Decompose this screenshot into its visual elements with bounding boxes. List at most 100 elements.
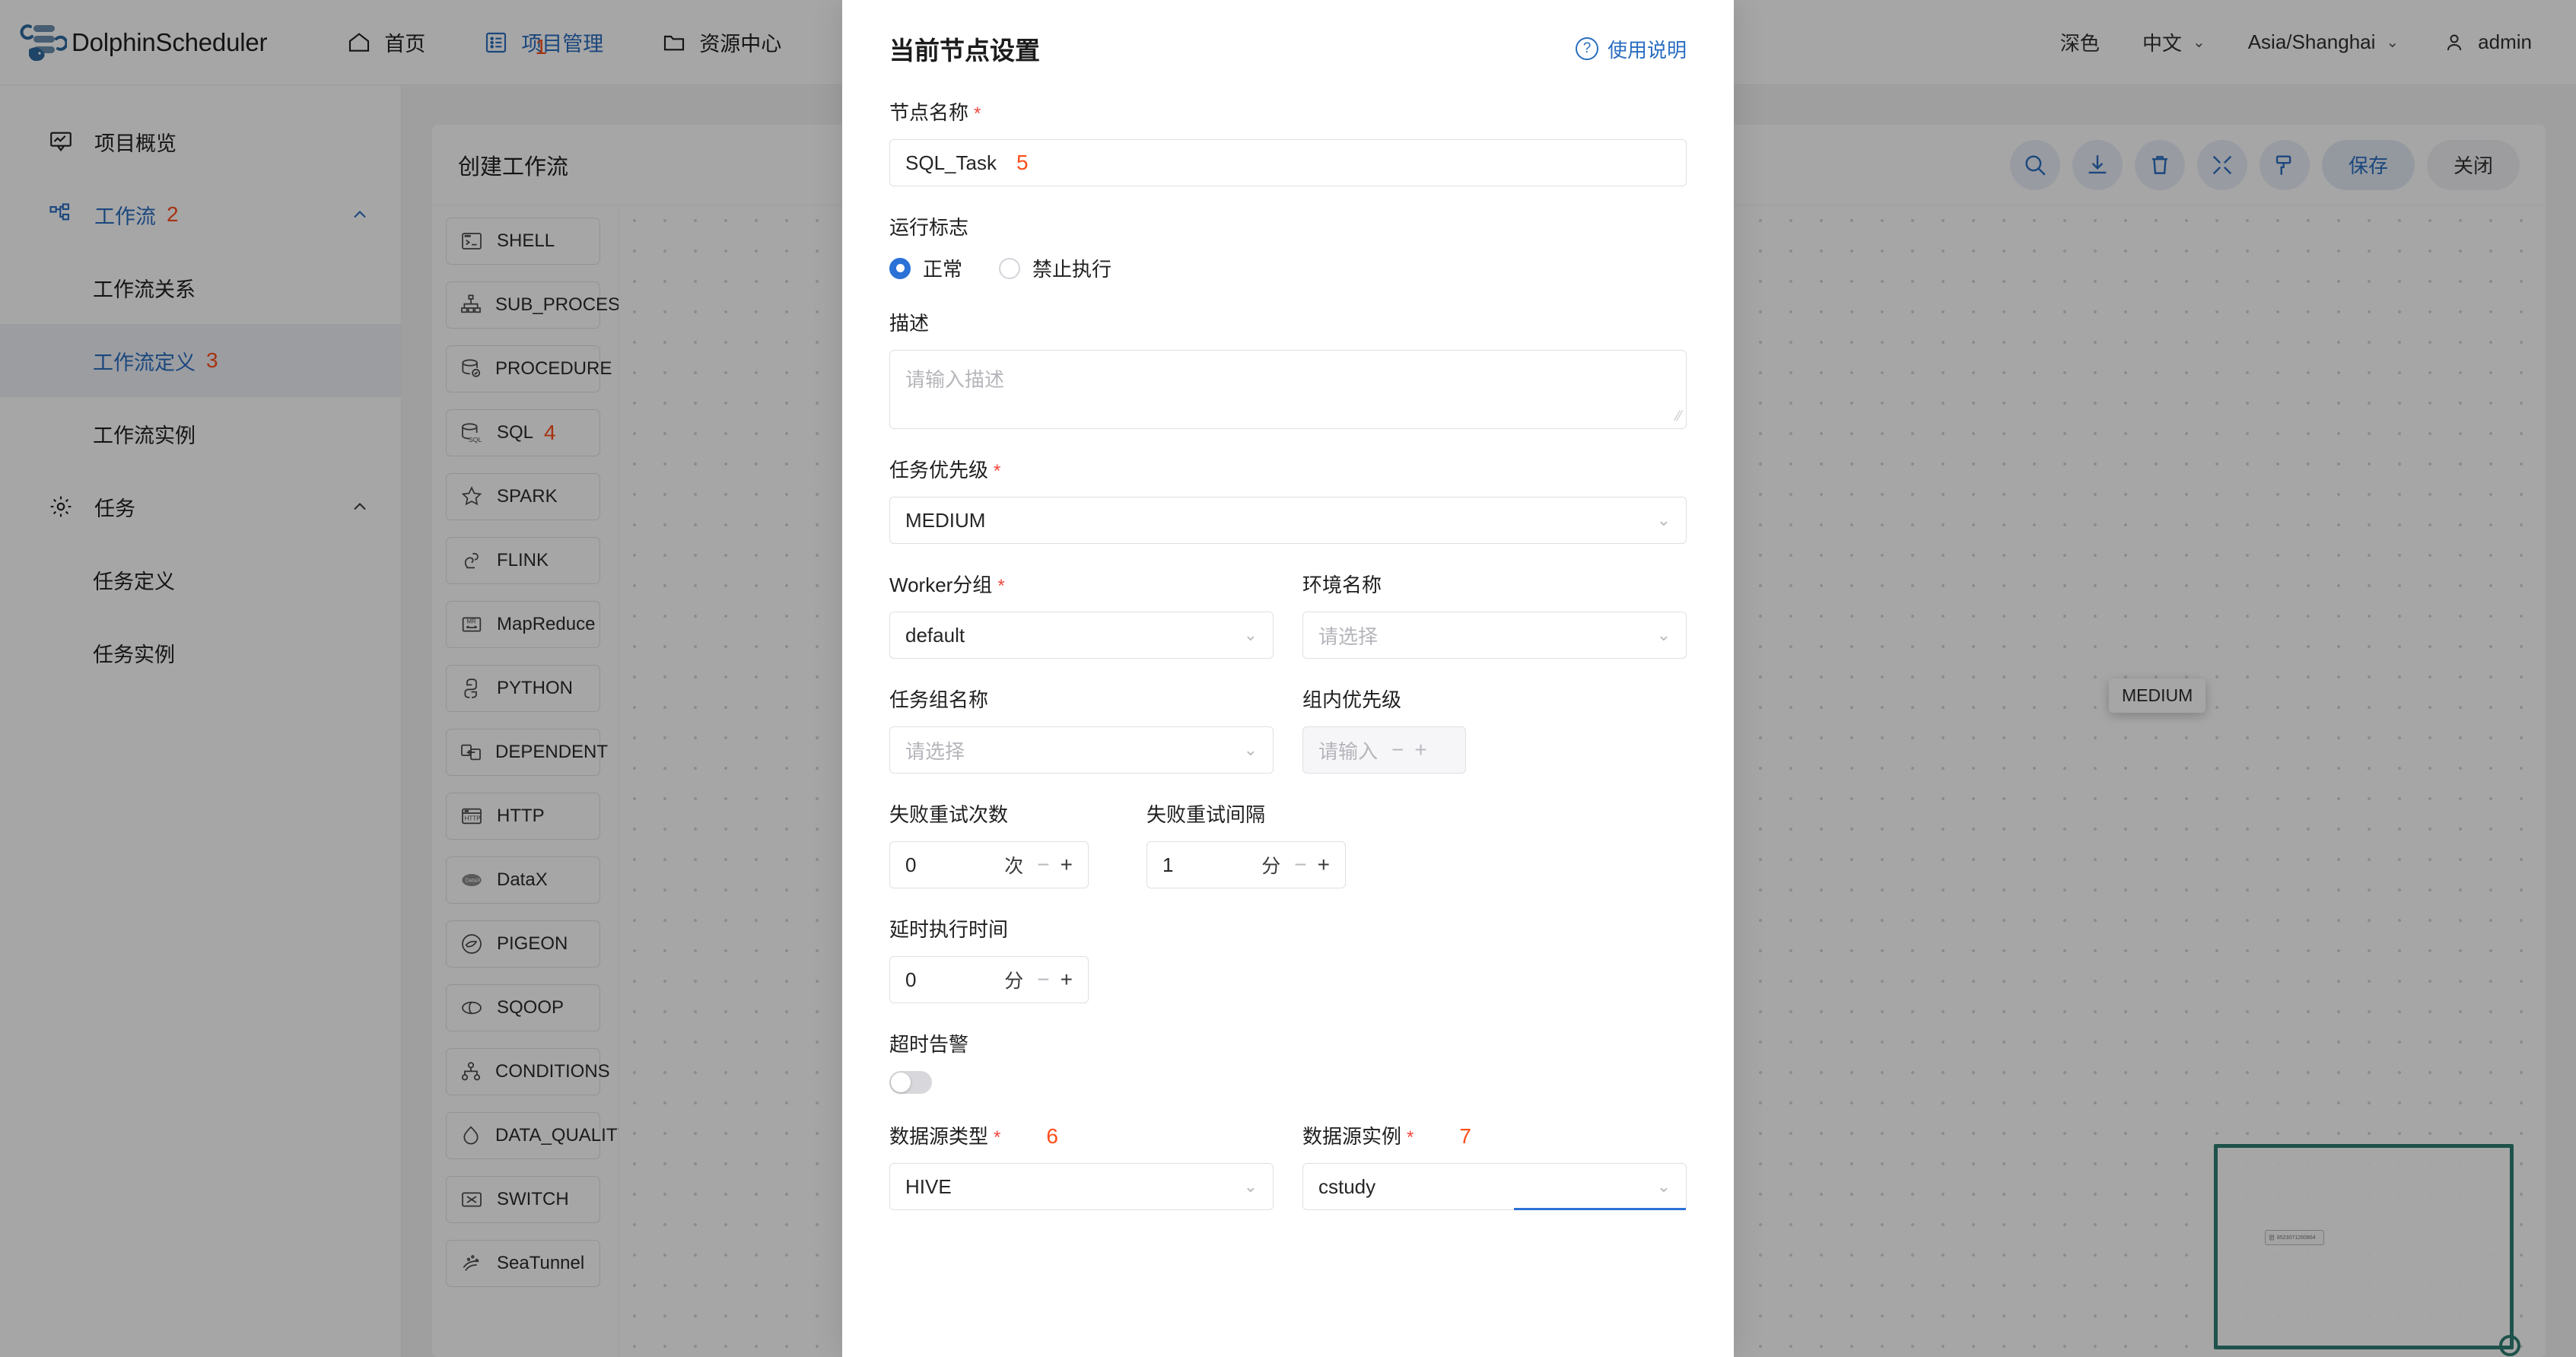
svg-text:DataX: DataX [465,877,480,884]
palette-item-shell[interactable]: SHELL [446,218,600,265]
palette-item-label: DataX [497,869,548,891]
annotation-1: 1 [535,35,547,59]
minimap-resize-handle[interactable] [2499,1335,2520,1356]
sidebar-item-task-definition[interactable]: 任务定义 [0,543,401,616]
palette-item-label: SHELL [497,230,555,252]
sidebar-item-workflow-instance[interactable]: 工作流实例 [0,397,401,470]
palette-item-procedure[interactable]: PROCEDURE [446,345,600,392]
minimap-node-label: 8523071260864 [2277,1235,2316,1241]
sidebar-label-task-definition: 任务定义 [93,565,175,595]
required-asterisk: * [997,576,1004,597]
sidebar-item-workflow-relation[interactable]: 工作流关系 [0,251,401,324]
language-selector[interactable]: 中文 ⌄ [2121,0,2227,85]
format-icon[interactable] [2260,140,2310,190]
retry-times-stepper[interactable]: − + [1037,853,1073,877]
datasource-type-select[interactable]: HIVE ⌄ [889,1163,1274,1210]
minimap[interactable]: 8523071260864 [2214,1144,2514,1349]
palette-item-seatunnel[interactable]: SeaTunnel [446,1240,600,1287]
sidebar-item-project-overview[interactable]: 项目概览 [0,105,401,178]
worker-group-select[interactable]: default ⌄ [889,612,1274,659]
timeout-alarm-toggle[interactable] [889,1071,932,1094]
run-flag-label-row: 运行标志 [889,212,1687,240]
fullscreen-icon[interactable] [2197,140,2247,190]
chevron-down-icon: ⌄ [1657,1177,1671,1197]
stepper-plus-icon[interactable]: + [1061,968,1073,992]
sqoop-icon [459,995,485,1021]
stepper-minus-icon[interactable]: − [1037,853,1049,877]
run-flag-option-forbidden[interactable]: 禁止执行 [999,254,1111,282]
usage-instructions-link[interactable]: ? 使用说明 [1576,35,1687,63]
theme-toggle[interactable]: 深色 [2039,0,2121,85]
run-flag-label: 运行标志 [889,212,968,240]
chevron-up-icon[interactable] [349,204,370,225]
datasource-instance-value: cstudy [1318,1175,1375,1199]
usage-instructions-label: 使用说明 [1608,35,1687,63]
palette-item-python[interactable]: PYTHON [446,665,600,712]
save-button[interactable]: 保存 [2322,140,2415,190]
palette-item-label: PROCEDURE [495,358,612,380]
pigeon-icon [459,931,485,957]
run-flag-option-normal[interactable]: 正常 [889,254,962,282]
palette-item-data_quality[interactable]: DATA_QUALITY [446,1112,600,1159]
palette-item-pigeon[interactable]: PIGEON [446,920,600,968]
sidebar-label-workflow-definition: 工作流定义 [93,346,196,376]
palette-item-sql[interactable]: SQLSQL4 [446,409,600,456]
radio-unselected-icon [999,258,1020,279]
palette-item-http[interactable]: HTTPHTTP [446,793,600,840]
sidebar-item-workflow-definition[interactable]: 工作流定义 3 [0,324,401,397]
palette-item-switch[interactable]: SWITCH [446,1176,600,1223]
delay-time-stepper[interactable]: − + [1037,968,1073,992]
trash-icon[interactable] [2135,140,2185,190]
delay-time-input[interactable]: 0 分 − + [889,956,1089,1003]
star-icon [459,484,485,510]
retry-times-input[interactable]: 0 次 − + [889,841,1089,888]
group-priority-input[interactable]: 请输入 − + [1302,726,1466,774]
retry-interval-stepper[interactable]: − + [1294,853,1330,877]
stepper-plus-icon[interactable]: + [1414,738,1426,762]
description-textarea[interactable]: 请输入描述 ⁄⁄ [889,350,1687,429]
resize-grip-icon[interactable]: ⁄⁄ [1677,408,1681,425]
user-menu[interactable]: admin [2420,0,2553,85]
group-priority-stepper[interactable]: − + [1391,738,1427,762]
chevron-up-icon[interactable] [349,496,370,517]
palette-item-spark[interactable]: SPARK [446,473,600,520]
chevron-down-icon: ⌄ [1244,740,1258,760]
project-list-icon [483,30,509,56]
task-priority-select[interactable]: MEDIUM ⌄ [889,497,1687,544]
task-type-palette: SHELL SUB_PROCESS PROCEDURE SQLSQL4 SPARK FLI… [432,205,619,1357]
nav-item-project-management[interactable]: 项目管理 1 [454,0,632,85]
description-label-row: 描述 [889,308,1687,336]
nav-item-home[interactable]: 首页 [317,0,454,85]
palette-item-datax[interactable]: DataX DataX [446,856,600,904]
retry-interval-input[interactable]: 1 分 − + [1146,841,1346,888]
timezone-selector[interactable]: Asia/Shanghai ⌄ [2227,0,2420,85]
stepper-minus-icon[interactable]: − [1294,853,1306,877]
palette-item-flink[interactable]: FLINK [446,537,600,584]
palette-item-sqoop[interactable]: SQOOP [446,984,600,1031]
datasource-instance-select[interactable]: cstudy ⌄ [1302,1163,1687,1210]
nav-item-resource-center[interactable]: 资源中心 [632,0,810,85]
stepper-plus-icon[interactable]: + [1318,853,1330,877]
palette-item-sub_process[interactable]: SUB_PROCESS [446,281,600,329]
retry-row: 失败重试次数 0 次 − + 失败重试间隔 1 分 [889,799,1687,888]
palette-item-dependent[interactable]: DEPENDENT [446,729,600,776]
download-icon[interactable] [2072,140,2123,190]
node-name-input[interactable]: SQL_Task 5 [889,139,1687,186]
chevron-down-icon: ⌄ [1657,625,1671,645]
palette-item-mapreduce[interactable]: MRMapReduce [446,601,600,648]
close-button[interactable]: 关闭 [2427,140,2520,190]
palette-item-label: DEPENDENT [495,742,608,763]
environment-name-select[interactable]: 请选择 ⌄ [1302,612,1687,659]
sidebar-item-task-instance[interactable]: 任务实例 [0,616,401,689]
task-group-name-select[interactable]: 请选择 ⌄ [889,726,1274,774]
search-icon[interactable] [2010,140,2060,190]
stepper-minus-icon[interactable]: − [1037,968,1049,992]
palette-item-conditions[interactable]: CONDITIONS [446,1048,600,1095]
sidebar-item-task[interactable]: 任务 [0,470,401,543]
nav-label-home: 首页 [384,27,425,57]
brand-logo[interactable]: DolphinScheduler [20,19,267,66]
stepper-minus-icon[interactable]: − [1391,738,1404,762]
sidebar-item-workflow[interactable]: 工作流 2 [0,178,401,251]
datax-icon: DataX [459,867,485,893]
stepper-plus-icon[interactable]: + [1061,853,1073,877]
